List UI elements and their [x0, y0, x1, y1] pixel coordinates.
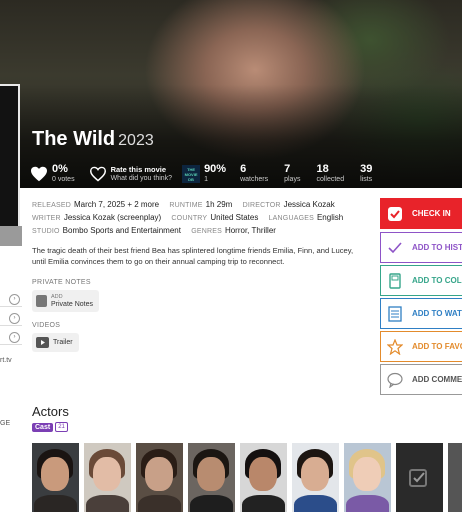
lists-count: 39 [360, 163, 373, 175]
actor-photo[interactable] [292, 443, 339, 512]
collected-label: collected [316, 176, 345, 183]
cast-tag: Cast [32, 422, 54, 432]
add-comment-button[interactable]: ADD COMME [380, 364, 462, 395]
sidebar-row-1[interactable]: › [0, 292, 22, 307]
collected-stat[interactable]: 18 collected [316, 164, 344, 184]
private-notes-heading: PRIVATE NOTES [32, 279, 91, 286]
notes-icon [36, 295, 47, 307]
writer-value[interactable]: Jessica Kozak (screenplay) [64, 213, 161, 222]
actor-photo[interactable] [344, 443, 391, 512]
watchers-count: 6 [240, 163, 247, 175]
add-to-collection-button[interactable]: ADD TO COLL [380, 265, 462, 296]
heart-icon [31, 166, 47, 182]
add-to-history-button[interactable]: ADD TO HISTO [380, 232, 462, 263]
likes-percent: 0% [52, 163, 68, 175]
chevron-right-icon: › [9, 313, 20, 324]
add-to-favorites-button[interactable]: ADD TO FAVO [380, 331, 462, 362]
tmdb-logo: THE MOVIE DB [182, 165, 201, 183]
add-to-watchlist-button[interactable]: ADD TO WATC [380, 298, 462, 329]
actor-photo-placeholder[interactable] [396, 443, 443, 512]
actor-photo[interactable] [84, 443, 131, 512]
plays-stat[interactable]: 7 plays [284, 164, 300, 184]
studio-key: STUDIO [32, 228, 60, 235]
stats-bar: 0% 0 votes Rate this movie What did you … [30, 162, 386, 186]
poster-footer [0, 226, 22, 246]
director-key: DIRECTOR [242, 202, 281, 209]
trailer-label: Trailer [53, 338, 73, 346]
hero-backdrop [0, 0, 462, 188]
add-notes-label: Private Notes [51, 301, 94, 308]
check-in-button[interactable]: CHECK IN [380, 198, 462, 229]
writer-key: WRITER [32, 215, 61, 222]
check-in-icon [388, 206, 402, 221]
likes-votes: 0 votes [52, 176, 75, 183]
movie-title: The Wild 2023 [32, 128, 154, 151]
youtube-icon [36, 337, 49, 348]
runtime-value: 1h 29m [205, 200, 233, 209]
movie-year: 2023 [118, 132, 154, 149]
tmdb-percent: 90% [204, 163, 227, 175]
videos-heading: VIDEOS [32, 322, 61, 329]
rate-title: Rate this movie [110, 165, 167, 174]
trailer-button[interactable]: Trailer [32, 333, 79, 352]
plays-count: 7 [284, 163, 291, 175]
actor-photo[interactable] [32, 443, 79, 512]
movie-title-text: The Wild [32, 128, 116, 150]
rate-subtitle: What did you think? [110, 175, 173, 182]
runtime-key: RUNTIME [169, 202, 203, 209]
languages-value[interactable]: English [317, 213, 343, 222]
add-to-collection-label: ADD TO COLL [412, 276, 462, 285]
comment-icon [387, 372, 403, 388]
rate-movie[interactable]: Rate this movie What did you think? [89, 165, 172, 183]
genres-value[interactable]: Horror, Thriller [225, 226, 276, 235]
check-in-label: CHECK IN [412, 209, 451, 218]
sidebar-section-label: GE [0, 420, 11, 427]
lists-label: lists [360, 176, 373, 183]
add-comment-label: ADD COMME [412, 375, 462, 384]
sidebar-row-3[interactable]: › [0, 330, 22, 345]
actors-heading: Actors [32, 404, 69, 419]
checkmark-icon [388, 241, 402, 253]
released-key: RELEASED [32, 202, 71, 209]
tmdb-score[interactable]: THE MOVIE DB 90% 1 [182, 164, 226, 184]
languages-key: LANGUAGES [268, 215, 314, 222]
add-notes-small: ADD [51, 294, 63, 300]
studio-value[interactable]: Bombo Sports and Entertainment [63, 226, 181, 235]
movie-meta: RELEASED March 7, 2025 + 2 more RUNTIME 1h… [32, 199, 372, 238]
cast-count: 21 [55, 422, 68, 432]
director-value[interactable]: Jessica Kozak [284, 200, 335, 209]
add-private-notes-button[interactable]: ADD Private Notes [32, 290, 100, 312]
watchers-stat[interactable]: 6 watchers [240, 164, 268, 184]
plays-label: plays [284, 176, 301, 183]
movie-poster[interactable] [0, 84, 20, 246]
actor-photo[interactable] [448, 443, 462, 512]
released-value[interactable]: March 7, 2025 + 2 more [74, 200, 159, 209]
cast-tab[interactable]: Cast 21 [32, 422, 68, 432]
actor-photo[interactable] [136, 443, 183, 512]
like-stat[interactable]: 0% 0 votes [30, 164, 75, 184]
add-to-watchlist-label: ADD TO WATC [412, 309, 462, 318]
tmdb-votes: 1 [204, 176, 208, 183]
add-to-favorites-label: ADD TO FAVO [412, 342, 462, 351]
lists-stat[interactable]: 39 lists [360, 164, 372, 184]
checkbox-icon [409, 469, 427, 487]
hero-shade [0, 0, 462, 188]
chevron-right-icon: › [9, 332, 20, 343]
heart-outline-icon [89, 166, 106, 182]
genres-key: GENRES [191, 228, 222, 235]
list-icon [388, 305, 402, 322]
chevron-right-icon: › [9, 294, 20, 305]
country-key: COUNTRY [171, 215, 208, 222]
actor-photo[interactable] [188, 443, 235, 512]
actor-photo[interactable] [240, 443, 287, 512]
collected-count: 18 [316, 163, 329, 175]
star-icon [387, 338, 403, 355]
watchers-label: watchers [240, 176, 269, 183]
movie-description: The tragic death of their best friend Be… [32, 246, 354, 266]
collection-icon [389, 272, 401, 289]
country-value[interactable]: United States [210, 213, 258, 222]
sidebar-row-2[interactable]: › [0, 311, 22, 326]
add-to-history-label: ADD TO HISTO [412, 243, 462, 252]
sidebar-site-link[interactable]: rt.tv [0, 357, 12, 364]
